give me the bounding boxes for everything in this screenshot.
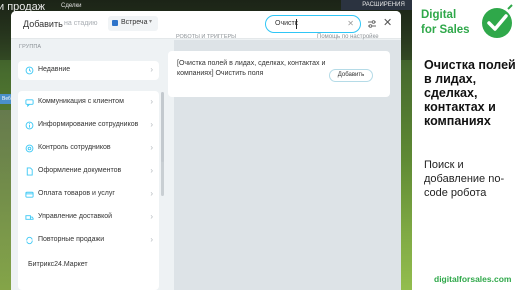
group-label: Оформление документов	[38, 167, 122, 174]
group-item-delivery[interactable]: Управление доставкой ›	[18, 206, 159, 229]
chevron-right-icon: ›	[150, 235, 153, 244]
chevron-right-icon: ›	[150, 120, 153, 129]
chevron-right-icon: ›	[150, 166, 153, 175]
promo-subtitle: Поиск и добавление no-code робота	[424, 159, 505, 199]
target-icon	[25, 144, 34, 153]
search-input[interactable]: Очистк ✕	[265, 15, 361, 33]
add-robot-button[interactable]: Добавить	[329, 69, 373, 82]
group-label: Управление доставкой	[38, 213, 113, 220]
chevron-right-icon: ›	[150, 212, 153, 221]
group-item-repeat-sales[interactable]: Повторные продажи ›	[18, 229, 159, 252]
help-link[interactable]: Помощь по настройке	[317, 34, 379, 40]
brand-name: Digital for Sales	[421, 8, 470, 38]
group-label: Повторные продажи	[38, 236, 105, 243]
filter-icon[interactable]	[367, 19, 377, 29]
stage-label: на стадию	[64, 20, 98, 27]
bitrix-market-label: Битрикс24.Маркет	[28, 261, 88, 268]
robot-card-text: [Очистка полей в лидах, сделках, контакт…	[177, 60, 326, 77]
group-item-bitrix-market[interactable]: Битрикс24.Маркет	[18, 255, 159, 276]
search-value: Очистк	[275, 20, 298, 27]
group-label: Информирование сотрудников	[38, 121, 139, 128]
stage-value: Встреча	[121, 19, 148, 26]
group-label: Оплата товаров и услуг	[38, 190, 115, 197]
background-extensions-tab: РАСШИРЕНИЯ	[341, 0, 412, 10]
group-item-control[interactable]: Контроль сотрудников ›	[18, 137, 159, 160]
info-icon	[25, 121, 34, 130]
chat-icon	[25, 99, 34, 107]
robot-card: [Очистка полей в лидах, сделках, контакт…	[168, 51, 390, 97]
stage-select[interactable]: Встреча ▾	[108, 16, 158, 31]
chevron-down-icon: ▾	[149, 19, 153, 25]
chevron-right-icon: ›	[150, 143, 153, 152]
payment-icon	[25, 191, 34, 198]
group-scrollbar-thumb[interactable]	[161, 92, 164, 162]
add-label: Добавить	[23, 19, 63, 29]
delivery-icon	[25, 215, 34, 220]
clock-icon	[25, 66, 34, 75]
group-label: Контроль сотрудников	[38, 144, 111, 151]
group-item-info[interactable]: Информирование сотрудников ›	[18, 114, 159, 137]
robots-header: РОБОТЫ И ТРИГГЕРЫ	[176, 34, 237, 40]
clear-search-icon[interactable]: ✕	[347, 19, 354, 29]
chevron-right-icon: ›	[150, 97, 153, 106]
group-item-communication[interactable]: Коммуникация с клиентом ›	[18, 91, 159, 114]
repeat-icon	[26, 236, 33, 245]
stage-color-dot	[112, 20, 118, 26]
text-caret	[296, 19, 297, 29]
chevron-right-icon: ›	[150, 65, 153, 74]
brand-line-2: for Sales	[421, 24, 470, 36]
website-link[interactable]: digitalforsales.com	[434, 274, 511, 284]
group-label: Коммуникация с клиентом	[38, 98, 124, 105]
chevron-right-icon: ›	[150, 189, 153, 198]
brand-logo-icon	[482, 4, 513, 38]
document-icon	[26, 167, 33, 176]
group-item-payment[interactable]: Оплата товаров и услуг ›	[18, 183, 159, 206]
background-top-label: Сделки	[61, 3, 82, 9]
brand-line-1: Digital	[421, 9, 457, 21]
group-label: Недавние	[38, 66, 71, 73]
promo-panel	[412, 0, 516, 290]
close-icon[interactable]: ✕	[383, 17, 392, 29]
promo-title: Очистка полей в лидах, сделках, контакта…	[424, 58, 516, 128]
group-item-documents[interactable]: Оформление документов ›	[18, 160, 159, 183]
group-item-recent[interactable]: Недавние ›	[18, 61, 159, 80]
extensions-label: РАСШИРЕНИЯ	[362, 2, 405, 8]
group-list-wrap: Недавние › Коммуникация с клиентом › Инф…	[11, 40, 171, 290]
